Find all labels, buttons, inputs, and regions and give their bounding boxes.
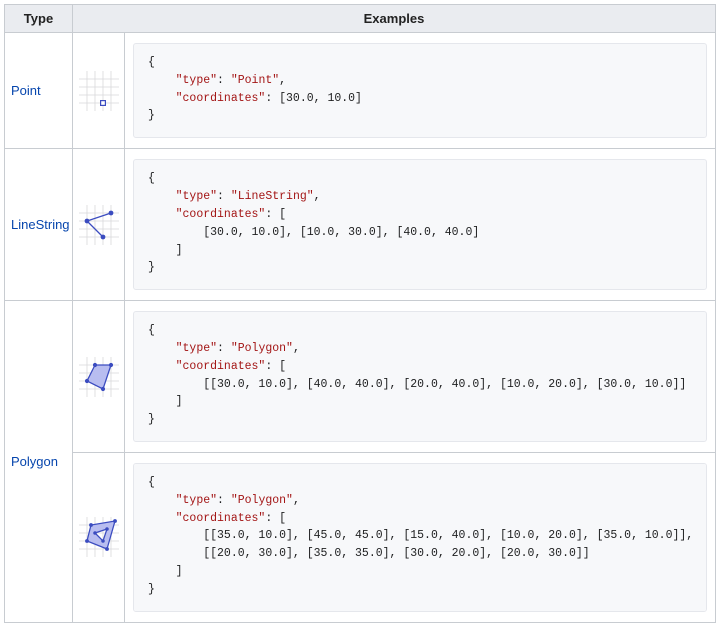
linestring-icon — [79, 205, 119, 245]
code-block-polygon2: { "type": "Polygon", "coordinates": [ [[… — [133, 463, 707, 612]
point-icon — [79, 71, 119, 111]
example-cell-linestring: { "type": "LineString", "coordinates": [… — [125, 149, 716, 301]
code-block-linestring: { "type": "LineString", "coordinates": [… — [133, 159, 707, 290]
code-block-polygon1: { "type": "Polygon", "coordinates": [ [[… — [133, 311, 707, 442]
table-row: LineString { "type": "LineString", "coor… — [5, 149, 716, 301]
example-cell-polygon2: { "type": "Polygon", "coordinates": [ [[… — [125, 453, 716, 623]
table-row: Polygon { "type": "Polygon", "coord — [5, 301, 716, 453]
polygon-hole-icon — [79, 517, 119, 557]
icon-cell-linestring — [73, 149, 125, 301]
icon-cell-polygon2 — [73, 453, 125, 623]
header-type: Type — [5, 5, 73, 33]
table-row: { "type": "Polygon", "coordinates": [ [[… — [5, 453, 716, 623]
code-block-point: { "type": "Point", "coordinates": [30.0,… — [133, 43, 707, 138]
type-cell-point: Point — [5, 33, 73, 149]
example-cell-polygon1: { "type": "Polygon", "coordinates": [ [[… — [125, 301, 716, 453]
header-examples: Examples — [73, 5, 716, 33]
type-cell-linestring: LineString — [5, 149, 73, 301]
polygon-icon — [79, 357, 119, 397]
table-row: Point { "type": "Point", "coordinates": … — [5, 33, 716, 149]
type-link-point[interactable]: Point — [11, 83, 41, 98]
icon-cell-polygon1 — [73, 301, 125, 453]
type-cell-polygon: Polygon — [5, 301, 73, 623]
type-link-polygon[interactable]: Polygon — [11, 454, 58, 469]
geometry-table: Type Examples Point { "type": "Point", — [4, 4, 716, 623]
type-link-linestring[interactable]: LineString — [11, 217, 70, 232]
icon-cell-point — [73, 33, 125, 149]
example-cell-point: { "type": "Point", "coordinates": [30.0,… — [125, 33, 716, 149]
table-header-row: Type Examples — [5, 5, 716, 33]
